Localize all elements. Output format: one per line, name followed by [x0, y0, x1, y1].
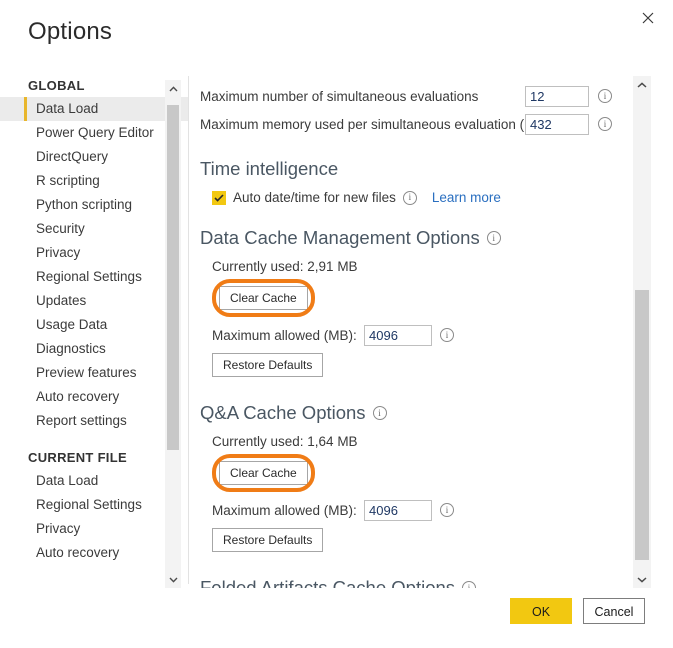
close-icon[interactable]: [631, 4, 665, 32]
learn-more-link[interactable]: Learn more: [432, 190, 501, 205]
max-memory-row: Maximum memory used per simultaneous eva…: [200, 112, 625, 136]
options-dialog: Options GLOBAL Data Load Power Query Edi…: [0, 0, 673, 648]
sidebar-item-report-settings[interactable]: Report settings: [0, 409, 188, 433]
data-cache-clear-cache-button[interactable]: Clear Cache: [219, 286, 308, 310]
data-cache-max-allowed-input[interactable]: [364, 325, 432, 346]
sidebar-item-regional-settings[interactable]: Regional Settings: [0, 265, 188, 289]
sidebar-item-directquery[interactable]: DirectQuery: [0, 145, 188, 169]
sidebar-item-data-load[interactable]: Data Load: [0, 97, 188, 121]
sidebar-item-label: R scripting: [36, 173, 100, 188]
sidebar-item-auto-recovery[interactable]: Auto recovery: [0, 385, 188, 409]
chevron-down-icon[interactable]: [165, 571, 181, 588]
sidebar-group-spacer: [0, 433, 188, 447]
sidebar-item-label: Regional Settings: [36, 497, 142, 512]
sidebar-item-label: Python scripting: [36, 197, 132, 212]
info-icon[interactable]: i: [598, 117, 612, 131]
qna-cache-restore-defaults-button[interactable]: Restore Defaults: [212, 528, 323, 552]
content-scrollbar[interactable]: [633, 76, 651, 588]
sidebar-item-label: Privacy: [36, 245, 80, 260]
qna-cache-max-allowed-row: Maximum allowed (MB): i: [212, 498, 625, 522]
data-cache-restore-defaults-button[interactable]: Restore Defaults: [212, 353, 323, 377]
sidebar-item-label: Updates: [36, 293, 86, 308]
qna-cache-currently-used: Currently used: 1,64 MB: [212, 434, 625, 449]
sidebar-item-label: Data Load: [36, 473, 98, 488]
chevron-down-icon[interactable]: [633, 571, 651, 588]
data-cache-currently-used: Currently used: 2,91 MB: [212, 259, 625, 274]
sidebar-item-python-scripting[interactable]: Python scripting: [0, 193, 188, 217]
max-evaluations-label: Maximum number of simultaneous evaluatio…: [200, 89, 478, 104]
info-icon[interactable]: i: [598, 89, 612, 103]
sidebar-item-current-regional-settings[interactable]: Regional Settings: [0, 493, 188, 517]
sidebar-item-usage-data[interactable]: Usage Data: [0, 313, 188, 337]
section-heading-label: Q&A Cache Options: [200, 402, 366, 424]
max-memory-label: Maximum memory used per simultaneous eva…: [200, 117, 549, 132]
qna-cache-clear-cache-button[interactable]: Clear Cache: [219, 461, 308, 485]
sidebar-item-current-privacy[interactable]: Privacy: [0, 517, 188, 541]
sidebar-group-title-current-file: CURRENT FILE: [0, 447, 188, 469]
sidebar-item-label: DirectQuery: [36, 149, 108, 164]
data-cache-max-allowed-label: Maximum allowed (MB):: [212, 328, 357, 343]
sidebar-item-label: Auto recovery: [36, 545, 119, 560]
info-icon[interactable]: i: [403, 191, 417, 205]
sidebar-content-divider: [188, 76, 189, 584]
sidebar-item-label: Preview features: [36, 365, 137, 380]
content-scrollbar-thumb[interactable]: [635, 290, 649, 560]
cancel-button[interactable]: Cancel: [583, 598, 645, 624]
highlight-ring: Clear Cache: [219, 286, 308, 310]
max-evaluations-row: Maximum number of simultaneous evaluatio…: [200, 84, 625, 108]
content-pane: Maximum number of simultaneous evaluatio…: [200, 75, 625, 588]
data-cache-max-allowed-row: Maximum allowed (MB): i: [212, 323, 625, 347]
qna-cache-restore-wrap: Restore Defaults: [212, 528, 625, 552]
sidebar-group-title-global: GLOBAL: [0, 75, 188, 97]
sidebar-scrollbar[interactable]: [165, 80, 181, 588]
chevron-up-icon[interactable]: [165, 80, 181, 97]
sidebar-item-label: Regional Settings: [36, 269, 142, 284]
qna-cache-max-allowed-label: Maximum allowed (MB):: [212, 503, 357, 518]
info-icon[interactable]: i: [462, 581, 476, 588]
sidebar-item-label: Power Query Editor: [36, 125, 154, 140]
max-evaluations-input[interactable]: [525, 86, 589, 107]
info-icon[interactable]: i: [440, 503, 454, 517]
section-heading-label: Time intelligence: [200, 158, 338, 180]
sidebar-item-current-data-load[interactable]: Data Load: [0, 469, 188, 493]
chevron-up-icon[interactable]: [633, 76, 651, 93]
ok-button[interactable]: OK: [510, 598, 572, 624]
sidebar-scrollbar-thumb[interactable]: [167, 105, 179, 450]
sidebar-item-r-scripting[interactable]: R scripting: [0, 169, 188, 193]
sidebar-item-label: Report settings: [36, 413, 127, 428]
time-intelligence-heading: Time intelligence: [200, 158, 625, 180]
sidebar: GLOBAL Data Load Power Query Editor Dire…: [0, 75, 188, 588]
auto-datetime-label: Auto date/time for new files: [233, 190, 396, 205]
sidebar-item-label: Security: [36, 221, 85, 236]
sidebar-item-updates[interactable]: Updates: [0, 289, 188, 313]
sidebar-item-label: Data Load: [36, 101, 98, 116]
section-heading-label: Folded Artifacts Cache Options: [200, 577, 455, 588]
info-icon[interactable]: i: [487, 231, 501, 245]
sidebar-item-preview-features[interactable]: Preview features: [0, 361, 188, 385]
folded-cache-heading: Folded Artifacts Cache Options i: [200, 577, 625, 588]
sidebar-item-current-auto-recovery[interactable]: Auto recovery: [0, 541, 188, 565]
page-title: Options: [28, 18, 112, 46]
sidebar-item-diagnostics[interactable]: Diagnostics: [0, 337, 188, 361]
info-icon[interactable]: i: [440, 328, 454, 342]
data-cache-heading: Data Cache Management Options i: [200, 227, 625, 249]
sidebar-item-label: Privacy: [36, 521, 80, 536]
info-icon[interactable]: i: [373, 406, 387, 420]
sidebar-item-power-query-editor[interactable]: Power Query Editor: [0, 121, 188, 145]
max-memory-input[interactable]: [525, 114, 589, 135]
sidebar-item-privacy[interactable]: Privacy: [0, 241, 188, 265]
sidebar-item-label: Auto recovery: [36, 389, 119, 404]
qna-cache-heading: Q&A Cache Options i: [200, 402, 625, 424]
highlight-ring: Clear Cache: [219, 461, 308, 485]
sidebar-item-label: Diagnostics: [36, 341, 106, 356]
data-cache-clear-wrap: Clear Cache: [219, 286, 625, 310]
auto-datetime-checkbox[interactable]: [212, 191, 226, 205]
qna-cache-clear-wrap: Clear Cache: [219, 461, 625, 485]
auto-datetime-row: Auto date/time for new files i Learn mor…: [212, 190, 625, 205]
sidebar-item-label: Usage Data: [36, 317, 107, 332]
qna-cache-max-allowed-input[interactable]: [364, 500, 432, 521]
section-heading-label: Data Cache Management Options: [200, 227, 480, 249]
sidebar-item-security[interactable]: Security: [0, 217, 188, 241]
data-cache-restore-wrap: Restore Defaults: [212, 353, 625, 377]
